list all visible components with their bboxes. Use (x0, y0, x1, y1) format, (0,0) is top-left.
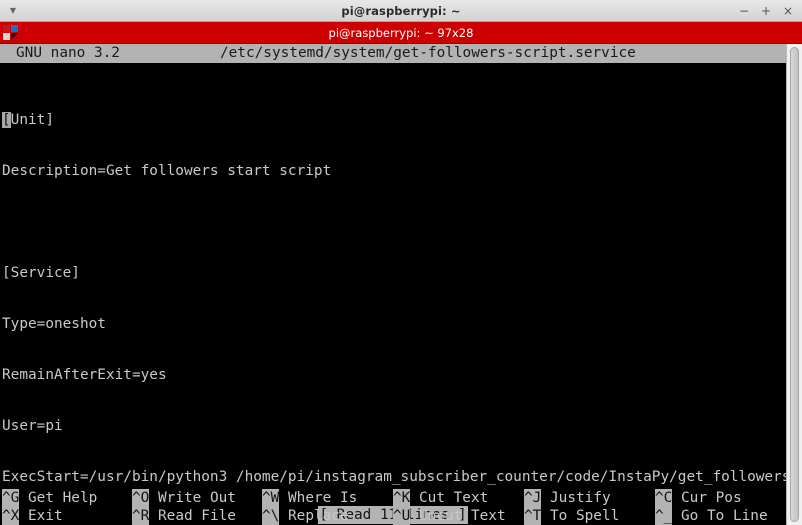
close-button[interactable]: × (778, 1, 798, 20)
chevron-down-icon[interactable]: ▼ (0, 1, 26, 21)
shortcut-key: ^O (132, 489, 150, 507)
nano-shortcut-row-2: ^X Exit ^R Read File ^\ Replace ^U Uncut… (2, 507, 786, 525)
shortcut-key: ^K (393, 489, 411, 507)
code-line-7: ExecStart=/usr/bin/python3 /home/pi/inst… (2, 469, 786, 485)
nano-shortcut-bar: ^G Get Help ^O Write Out ^W Where Is ^K … (0, 489, 786, 525)
maximize-button[interactable]: + (756, 1, 776, 20)
shortcut-cut-text[interactable]: ^K Cut Text (393, 489, 524, 507)
window-title: pi@raspberrypi: ~ (341, 3, 461, 18)
shortcut-key: ^T (524, 507, 542, 525)
shortcut-where-is[interactable]: ^W Where Is (262, 489, 393, 507)
code-line-1: Description=Get followers start script (2, 163, 332, 179)
shortcut-label: Go To Line (672, 508, 768, 524)
shortcut-replace[interactable]: ^\ Replace (262, 507, 393, 525)
pi-icon-square-red (3, 25, 10, 32)
shortcut-key: ^C (655, 489, 673, 507)
raspberry-pi-menu-icon[interactable] (2, 23, 22, 42)
shortcut-label: Read File (149, 508, 236, 524)
shortcut-label: Write Out (149, 490, 236, 506)
minimize-button[interactable]: − (734, 1, 754, 20)
terminal-body-wrapper: GNU nano 3.2 /etc/systemd/system/get-fol… (0, 44, 802, 525)
window-controls: − + × (734, 0, 798, 21)
terminal-scrollbar[interactable] (786, 44, 802, 525)
shortcut-label: Get Help (19, 490, 98, 506)
scrollbar-thumb[interactable] (790, 47, 799, 522)
shortcut-label: To Spell (541, 508, 620, 524)
shortcut-key: ^J (524, 489, 542, 507)
pi-icon-square-blue (11, 25, 18, 32)
code-line-0-rest: Unit] (10, 112, 54, 128)
shortcut-key: ^\ (262, 507, 280, 525)
shortcut-key: ^R (132, 507, 150, 525)
terminal-screen[interactable]: GNU nano 3.2 /etc/systemd/system/get-fol… (0, 44, 786, 525)
code-line-6: User=pi (2, 418, 63, 434)
shortcut-uncut-text[interactable]: ^U Uncut Text (393, 507, 524, 525)
code-line-5: RemainAfterExit=yes (2, 367, 167, 383)
shortcut-go-to-line[interactable]: ^_ Go To Line (655, 507, 768, 525)
shortcut-label: Cut Text (410, 490, 489, 506)
shortcut-label: Replace (279, 508, 349, 524)
shortcut-key: ^U (393, 507, 411, 525)
shortcut-label: Justify (541, 490, 611, 506)
shortcut-label: Exit (19, 508, 63, 524)
shortcut-to-spell[interactable]: ^T To Spell (524, 507, 655, 525)
tab-title[interactable]: pi@raspberrypi: ~ 97x28 (0, 26, 802, 40)
shortcut-label: Cur Pos (672, 490, 742, 506)
shortcut-label: Uncut Text (410, 508, 506, 524)
pi-icon-square-gray (3, 33, 10, 40)
nano-header-bar: GNU nano 3.2 /etc/systemd/system/get-fol… (0, 44, 786, 63)
shortcut-cur-pos[interactable]: ^C Cur Pos (655, 489, 742, 507)
pi-icon-triangle-dark (11, 33, 18, 40)
shortcut-justify[interactable]: ^J Justify (524, 489, 655, 507)
shortcut-get-help[interactable]: ^G Get Help (2, 489, 132, 507)
code-line-3: [Service] (2, 265, 80, 281)
nano-version: GNU nano 3.2 (16, 45, 120, 61)
nano-shortcut-row-1: ^G Get Help ^O Write Out ^W Where Is ^K … (2, 489, 786, 507)
text-cursor: [ (2, 112, 11, 128)
shortcut-label: Where Is (279, 490, 358, 506)
terminal-tabbar: pi@raspberrypi: ~ 97x28 (0, 22, 802, 44)
shortcut-key: ^_ (655, 507, 673, 525)
shortcut-key: ^X (2, 507, 20, 525)
shortcut-key: ^W (262, 489, 280, 507)
terminal-window: ▼ pi@raspberrypi: ~ − + × pi@raspberrypi… (0, 0, 802, 525)
shortcut-read-file[interactable]: ^R Read File (132, 507, 262, 525)
code-line-0: [Unit] (2, 112, 786, 129)
nano-file-contents[interactable]: [Unit] Description=Get followers start s… (0, 63, 786, 525)
nano-filename: /etc/systemd/system/get-followers-script… (219, 45, 636, 61)
shortcut-write-out[interactable]: ^O Write Out (132, 489, 262, 507)
window-titlebar: ▼ pi@raspberrypi: ~ − + × (0, 0, 802, 22)
shortcut-exit[interactable]: ^X Exit (2, 507, 132, 525)
code-line-4: Type=oneshot (2, 316, 106, 332)
shortcut-key: ^G (2, 489, 20, 507)
